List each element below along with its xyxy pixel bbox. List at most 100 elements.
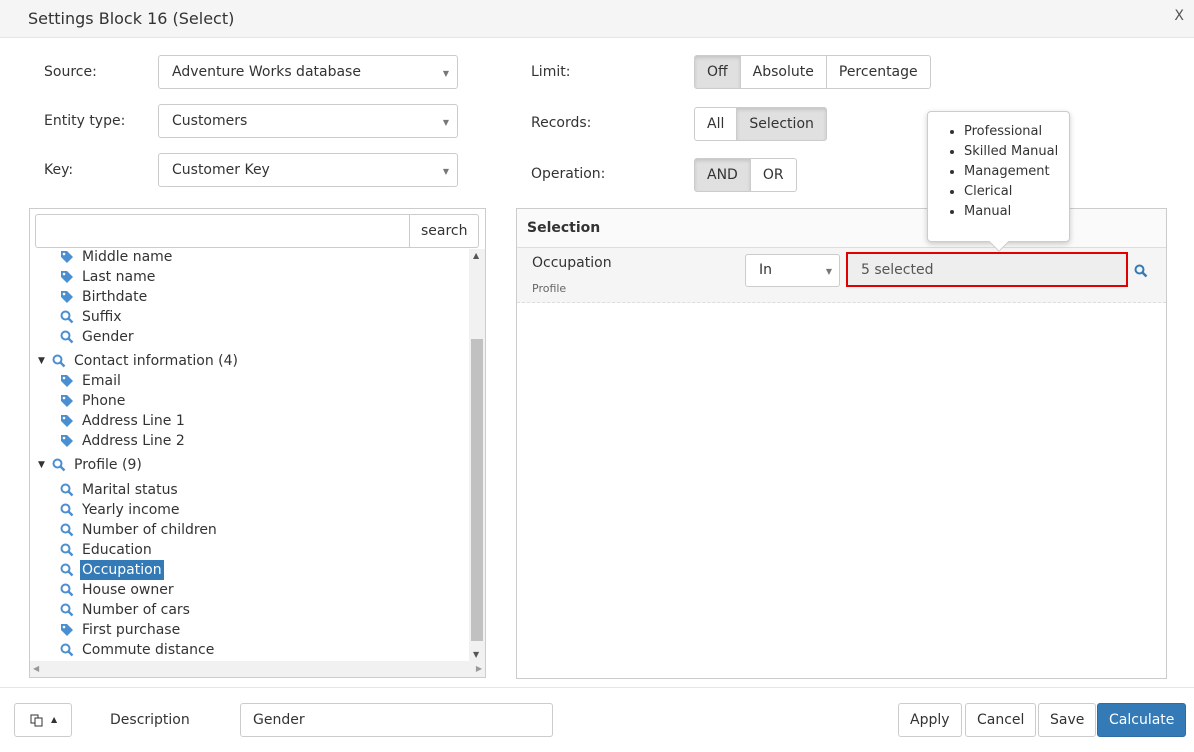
caret-up-icon: ▲	[51, 715, 58, 724]
cancel-button[interactable]: Cancel	[965, 703, 1037, 737]
selection-panel: Selection Occupation Profile In ▼ 5 selec…	[516, 208, 1167, 679]
tree-item[interactable]: Marital status	[30, 480, 460, 500]
tree-label: Yearly income	[82, 502, 180, 518]
values-multiselect[interactable]: 5 selected	[846, 252, 1128, 287]
tree-label: Email	[82, 373, 121, 389]
search-icon	[60, 643, 74, 657]
calculate-button[interactable]: Calculate	[1097, 703, 1187, 737]
tree-label: Address Line 1	[82, 413, 185, 429]
save-button[interactable]: Save	[1038, 703, 1097, 737]
description-input[interactable]: Gender	[240, 703, 553, 737]
tree-label: Birthdate	[82, 289, 148, 305]
tooltip-value: Manual	[964, 202, 1069, 222]
close-button[interactable]: X	[1174, 8, 1184, 24]
tree-item[interactable]: First purchase	[30, 620, 460, 640]
tree-label: Number of children	[82, 522, 217, 538]
tree-item[interactable]: Suffix	[30, 307, 460, 327]
search-icon	[60, 483, 74, 497]
tree-item[interactable]: Gender	[30, 327, 460, 347]
footer-divider	[0, 687, 1194, 688]
caret-down-icon[interactable]: ▼	[38, 351, 45, 371]
tag-icon	[60, 270, 74, 284]
tree-item[interactable]: Number of cars	[30, 600, 460, 620]
chevron-down-icon: ▼	[442, 69, 449, 78]
apply-button[interactable]: Apply	[898, 703, 962, 737]
tree-item[interactable]: Last name	[30, 267, 460, 287]
source-select[interactable]: Adventure Works database ▼	[158, 55, 458, 89]
tree-item[interactable]: House owner	[30, 580, 460, 600]
tree-item[interactable]: Occupation	[30, 560, 460, 580]
selection-field-group: Profile	[532, 282, 567, 295]
tooltip-value: Professional	[964, 122, 1069, 142]
tree-item[interactable]: Email	[30, 371, 460, 391]
dialog-header: Settings Block 16 (Select) X	[0, 0, 1194, 38]
field-tree-panel: search Middle name Last name Birthdate Suff…	[29, 208, 486, 678]
limit-percentage-button[interactable]: Percentage	[825, 55, 931, 89]
selected-values-tooltip: ProfessionalSkilled ManualManagementCler…	[927, 111, 1070, 252]
search-icon	[60, 503, 74, 517]
key-select[interactable]: Customer Key ▼	[158, 153, 458, 187]
tree-label: First purchase	[82, 622, 181, 638]
tree-item[interactable]: Address Line 2	[30, 431, 460, 451]
tree-label: Commute distance	[82, 642, 215, 658]
source-value: Adventure Works database	[172, 64, 361, 80]
tag-icon	[60, 414, 74, 428]
source-label: Source:	[44, 64, 97, 80]
operation-and-button[interactable]: AND	[694, 158, 751, 192]
selection-row: Occupation Profile In ▼ 5 selected	[517, 248, 1166, 303]
tree-label: Address Line 2	[82, 433, 185, 449]
operation-or-button[interactable]: OR	[749, 158, 797, 192]
tree-item[interactable]: Commute distance	[30, 640, 460, 660]
records-all-button[interactable]: All	[694, 107, 738, 141]
limit-label: Limit:	[531, 64, 571, 80]
tree-label: Occupation	[80, 560, 164, 580]
tree-list: Middle name Last name Birthdate Suffix Gende…	[30, 249, 470, 661]
limit-off-button[interactable]: Off	[694, 55, 741, 89]
operator-value: In	[759, 262, 773, 278]
tag-icon	[60, 290, 74, 304]
selection-field-name: Occupation	[532, 255, 612, 271]
horizontal-scrollbar[interactable]: ◀ ▶	[30, 661, 485, 677]
tree-label: Gender	[82, 329, 134, 345]
operation-group: AND OR	[694, 158, 797, 192]
limit-absolute-button[interactable]: Absolute	[739, 55, 827, 89]
tree-search-button[interactable]: search	[409, 214, 479, 248]
scrollbar-thumb[interactable]	[471, 339, 483, 641]
copy-menu-button[interactable]: ▲	[14, 703, 72, 737]
tree-label: Last name	[82, 269, 156, 285]
tree-label: Marital status	[82, 482, 178, 498]
search-icon	[60, 563, 74, 577]
chevron-down-icon: ▼	[442, 118, 449, 127]
entity-type-select[interactable]: Customers ▼	[158, 104, 458, 138]
dialog-title: Settings Block 16 (Select)	[28, 9, 235, 28]
tag-icon	[60, 623, 74, 637]
tree-item[interactable]: Number of children	[30, 520, 460, 540]
tree-label: Middle name	[82, 249, 173, 265]
records-selection-button[interactable]: Selection	[736, 107, 827, 141]
caret-down-icon[interactable]: ▼	[38, 455, 45, 475]
tag-icon	[60, 394, 74, 408]
key-label: Key:	[44, 162, 74, 178]
tree-search-input[interactable]	[35, 214, 410, 248]
tree-item[interactable]: Yearly income	[30, 500, 460, 520]
selection-title: Selection	[527, 220, 601, 236]
tooltip-value: Skilled Manual	[964, 142, 1069, 162]
tree-item[interactable]: Phone	[30, 391, 460, 411]
tree-label: House owner	[82, 582, 174, 598]
search-icon[interactable]	[1134, 264, 1148, 278]
operator-select[interactable]: In ▼	[745, 254, 840, 287]
tree-item[interactable]: Birthdate	[30, 287, 460, 307]
tree-group[interactable]: ▼ Contact information (4)	[30, 351, 460, 371]
tree-label: Phone	[82, 393, 126, 409]
search-icon	[52, 458, 66, 472]
tree-item[interactable]: Address Line 1	[30, 411, 460, 431]
copy-icon	[30, 714, 43, 727]
tree-item[interactable]: Education	[30, 540, 460, 560]
records-group: All Selection	[694, 107, 827, 141]
tree-group[interactable]: ▼ Profile (9)	[30, 455, 460, 475]
tree-item[interactable]: Middle name	[30, 249, 460, 267]
entity-type-label: Entity type:	[44, 113, 126, 129]
tree-label: Contact information (4)	[74, 353, 239, 369]
tree-label: Education	[82, 542, 152, 558]
tree-label: Number of cars	[82, 602, 190, 618]
